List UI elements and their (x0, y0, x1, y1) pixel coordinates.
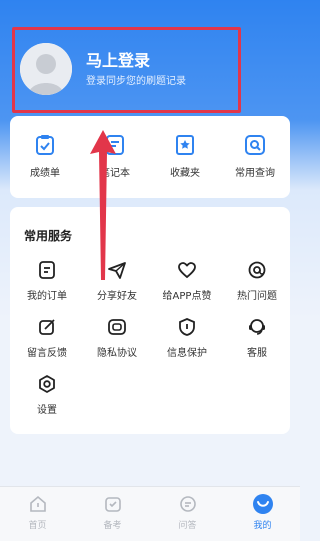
tab-label: 问答 (178, 521, 197, 531)
home-icon (27, 493, 49, 515)
tool-label: 笔记本 (100, 168, 130, 179)
prep-icon (102, 493, 124, 515)
service-label: 留言反馈 (27, 348, 67, 359)
tab-profile[interactable]: 我的 (225, 493, 300, 531)
service-hot-questions[interactable]: 热门问题 (222, 259, 292, 302)
service-share-friends[interactable]: 分享好友 (82, 259, 152, 302)
tool-report-card[interactable]: 成绩单 (10, 132, 80, 179)
tool-label: 收藏夹 (170, 168, 200, 179)
tab-label: 我的 (253, 521, 272, 531)
at-icon (246, 259, 268, 281)
order-icon (36, 259, 58, 281)
tool-favorites[interactable]: 收藏夹 (150, 132, 220, 179)
service-my-orders[interactable]: 我的订单 (12, 259, 82, 302)
tool-notebook[interactable]: 笔记本 (80, 132, 150, 179)
notebook-icon (102, 132, 128, 158)
service-privacy[interactable]: 隐私协议 (82, 316, 152, 359)
qa-icon (177, 493, 199, 515)
service-rate-app[interactable]: 给APP点赞 (152, 259, 222, 302)
service-label: 客服 (247, 348, 267, 359)
service-feedback[interactable]: 留言反馈 (12, 316, 82, 359)
report-card-icon (32, 132, 58, 158)
tool-label: 常用查询 (235, 168, 275, 179)
tab-home[interactable]: 首页 (0, 493, 75, 531)
default-avatar-icon (20, 43, 72, 95)
login-subtitle: 登录同步您的刷题记录 (86, 76, 186, 87)
shield-icon (176, 316, 198, 338)
service-customer-service[interactable]: 客服 (222, 316, 292, 359)
tools-card: 成绩单 笔记本 收藏夹 常用查询 (10, 116, 290, 198)
service-label: 隐私协议 (97, 348, 137, 359)
favorites-icon (172, 132, 198, 158)
headset-icon (246, 316, 268, 338)
login-title[interactable]: 马上登录 (86, 47, 150, 71)
service-label: 信息保护 (167, 348, 207, 359)
tab-label: 首页 (28, 521, 47, 531)
tab-label: 备考 (103, 521, 122, 531)
settings-icon (36, 373, 58, 395)
service-info-protection[interactable]: 信息保护 (152, 316, 222, 359)
service-label: 热门问题 (237, 291, 277, 302)
bottom-tab-bar: 首页 备考 问答 我的 (0, 486, 300, 541)
tool-search-query[interactable]: 常用查询 (220, 132, 290, 179)
share-icon (106, 259, 128, 281)
feedback-icon (36, 316, 58, 338)
service-label: 给APP点赞 (162, 291, 212, 302)
service-label: 分享好友 (97, 291, 137, 302)
service-settings[interactable]: 设置 (12, 373, 82, 416)
avatar[interactable] (20, 43, 72, 95)
like-icon (176, 259, 198, 281)
search-query-icon (242, 132, 268, 158)
service-label: 设置 (37, 405, 57, 416)
service-label: 我的订单 (27, 291, 67, 302)
tab-prep[interactable]: 备考 (75, 493, 150, 531)
section-title: 常用服务 (24, 229, 73, 243)
services-card: 常用服务 我的订单 分享好友 给APP点赞 热门问题 留言反馈 隐私协议 信息保… (10, 207, 290, 434)
profile-icon (252, 493, 274, 515)
tab-qa[interactable]: 问答 (150, 493, 225, 531)
tool-label: 成绩单 (30, 168, 60, 179)
privacy-icon (106, 316, 128, 338)
